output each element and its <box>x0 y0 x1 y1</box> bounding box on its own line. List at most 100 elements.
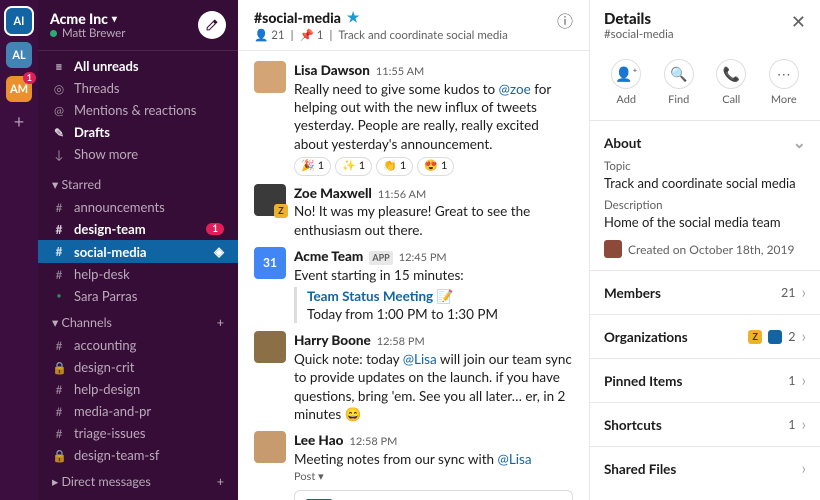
message[interactable]: Harry Boone12:58 PM Quick note: today @L… <box>238 327 589 427</box>
members-icon[interactable]: 👤 21 <box>254 28 285 42</box>
created-date: Created on October 18th, 2019 <box>628 242 794 257</box>
message-timestamp: 12:45 PM <box>399 251 447 266</box>
message-sender[interactable]: Zoe Maxwell <box>294 184 372 202</box>
details-row-pinned[interactable]: Pinned Items1› <box>590 358 820 402</box>
section-starred[interactable]: ▾ Starred <box>38 169 238 196</box>
creator-avatar[interactable] <box>604 240 622 258</box>
message[interactable]: 31 Acme TeamAPP12:45 PM Event starting i… <box>238 243 589 328</box>
info-icon[interactable]: ⓘ <box>557 8 573 32</box>
action-find[interactable]: 🔍Find <box>664 59 694 106</box>
channel-item[interactable]: #help-design <box>38 378 238 400</box>
details-title: Details <box>604 10 674 28</box>
message[interactable]: Lisa Dawson11:55 AM Really need to give … <box>238 57 589 180</box>
message-text: No! It was my pleasure! Great to see the… <box>294 202 573 238</box>
unreads-icon: ≡ <box>52 59 66 74</box>
reaction[interactable]: ✨1 <box>335 157 372 176</box>
sidebar-header[interactable]: Acme Inc▾ Matt Brewer <box>38 0 238 51</box>
nav-mentions[interactable]: @Mentions & reactions <box>38 99 238 121</box>
star-icon[interactable]: ★ <box>347 8 360 26</box>
event-attachment[interactable]: Team Status Meeting 📝 Today from 1:00 PM… <box>294 287 573 323</box>
message-sender[interactable]: Acme Team <box>294 247 363 265</box>
chevron-right-icon: › <box>801 415 806 434</box>
nav-drafts[interactable]: ✎Drafts <box>38 121 238 143</box>
dm-item[interactable]: ●Sara Parras <box>38 285 238 307</box>
details-row-shortcuts[interactable]: Shortcuts1› <box>590 402 820 446</box>
notification-badge: 1 <box>23 72 36 84</box>
reaction[interactable]: 🎉1 <box>294 157 331 176</box>
sidebar: Acme Inc▾ Matt Brewer ≡All unreads ◎Thre… <box>38 0 238 500</box>
workspace-name: Acme Inc <box>50 10 108 27</box>
mention[interactable]: @Lisa <box>403 351 437 367</box>
description-value[interactable]: Home of the social media team <box>604 214 806 230</box>
main-panel: #social-media★ 👤 21 | 📌 1 | Track and co… <box>238 0 590 500</box>
topic-label: Topic <box>604 160 806 173</box>
message-sender[interactable]: Harry Boone <box>294 331 371 349</box>
action-more[interactable]: ⋯More <box>769 59 799 106</box>
channel-item[interactable]: #help-desk <box>38 263 238 285</box>
workspace-switcher-item[interactable]: AI <box>6 8 32 34</box>
presence-indicator <box>50 30 57 37</box>
action-add[interactable]: 👤⁺Add <box>611 59 641 106</box>
add-channel-button[interactable]: + <box>217 315 224 330</box>
channel-item[interactable]: 🔒design-team-sf <box>38 444 238 466</box>
drafts-icon: ✎ <box>52 125 66 140</box>
details-row-files[interactable]: Shared Files› <box>590 446 820 490</box>
details-row-organizations[interactable]: OrganizationsZ2› <box>590 314 820 358</box>
nav-show-more[interactable]: ↓Show more <box>38 143 238 165</box>
message-timestamp: 11:56 AM <box>378 188 426 203</box>
message[interactable]: Lee Hao12:58 PM Meeting notes from our s… <box>238 427 589 500</box>
mention[interactable]: @Lisa <box>498 451 532 467</box>
search-list-icon: 🔍 <box>664 59 694 89</box>
message-list: Lisa Dawson11:55 AM Really need to give … <box>238 51 589 500</box>
reaction[interactable]: 😍1 <box>417 157 454 176</box>
event-time: Today from 1:00 PM to 1:30 PM <box>307 305 573 323</box>
avatar[interactable] <box>254 61 286 93</box>
message-sender[interactable]: Lee Hao <box>294 431 343 449</box>
message-sender[interactable]: Lisa Dawson <box>294 61 370 79</box>
channel-item[interactable]: #accounting <box>38 334 238 356</box>
action-call[interactable]: 📞Call <box>716 59 746 106</box>
channel-item[interactable]: #media-and-pr <box>38 400 238 422</box>
mention[interactable]: @zoe <box>499 81 531 97</box>
topic-value[interactable]: Track and coordinate social media <box>604 175 806 191</box>
chevron-down-icon: ⌄ <box>793 133 806 152</box>
channel-item[interactable]: #triage-issues <box>38 422 238 444</box>
add-workspace-button[interactable]: + <box>14 110 24 132</box>
mentions-icon: @ <box>52 103 66 118</box>
threads-icon: ◎ <box>52 81 66 96</box>
channel-item-active[interactable]: #social-media◈ <box>38 240 238 263</box>
app-avatar[interactable]: 31 <box>254 247 286 279</box>
phone-icon: 📞 <box>716 59 746 89</box>
add-dm-button[interactable]: + <box>217 474 224 489</box>
nav-all-unreads[interactable]: ≡All unreads <box>38 55 238 77</box>
file-attachment[interactable]: 1/9 Meeting Notes Last edited just now <box>294 490 573 500</box>
avatar[interactable]: Z <box>254 184 286 216</box>
presence-icon: ● <box>52 292 66 300</box>
channel-item[interactable]: #announcements <box>38 196 238 218</box>
message[interactable]: Z Zoe Maxwell 11:56 AM No! It was my plea… <box>238 180 589 243</box>
chevron-right-icon: › <box>801 459 806 478</box>
channel-title[interactable]: #social-media <box>254 9 341 26</box>
section-channels[interactable]: ▾ Channels+ <box>38 307 238 334</box>
close-icon[interactable]: ✕ <box>791 10 806 33</box>
details-row-members[interactable]: Members21› <box>590 270 820 314</box>
channel-topic[interactable]: Track and coordinate social media <box>338 29 507 42</box>
channel-item[interactable]: #design-team1 <box>38 218 238 240</box>
nav-threads[interactable]: ◎Threads <box>38 77 238 99</box>
section-dms[interactable]: ▸ Direct messages+ <box>38 466 238 493</box>
app-badge: APP <box>369 251 392 265</box>
channel-item[interactable]: 🔒design-crit <box>38 356 238 378</box>
workspace-switcher-item[interactable]: AL <box>6 42 32 68</box>
event-title: Team Status Meeting 📝 <box>307 287 573 305</box>
compose-button[interactable] <box>198 11 226 39</box>
org-badge-icon: Z <box>748 330 762 344</box>
avatar[interactable] <box>254 431 286 463</box>
avatar[interactable] <box>254 331 286 363</box>
reaction[interactable]: 👏1 <box>376 157 413 176</box>
about-header[interactable]: About⌄ <box>604 133 806 152</box>
compose-icon <box>205 18 219 32</box>
pins-icon[interactable]: 📌 1 <box>300 28 324 42</box>
post-label[interactable]: Post ▾ <box>294 470 573 485</box>
chevron-right-icon: › <box>801 283 806 302</box>
workspace-switcher-item[interactable]: AM 1 <box>6 76 32 102</box>
